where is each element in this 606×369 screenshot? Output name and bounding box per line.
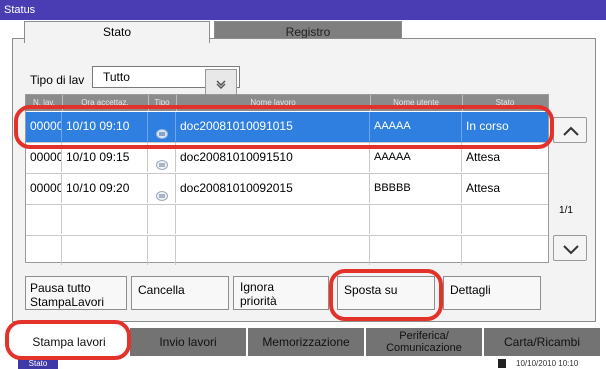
- network-icon: [498, 359, 506, 368]
- tab-storage[interactable]: Memorizzazione: [248, 328, 364, 356]
- job-type-value: Tutto: [103, 70, 130, 84]
- type-cell: [148, 174, 176, 203]
- details-button[interactable]: Dettagli: [443, 276, 541, 310]
- table-row[interactable]: 000003 10/10 09:20 doc20081010092015 BBB…: [26, 174, 548, 205]
- ignore-line-1: Ignora: [240, 280, 275, 294]
- page-indicator: 1/1: [559, 205, 573, 216]
- datetime: 10/10/2010 10:10: [516, 359, 579, 368]
- scroll-down-button[interactable]: [553, 235, 587, 261]
- table-row-empty: [26, 236, 548, 266]
- tab-paper-supplies[interactable]: Carta/Ricambi: [484, 328, 600, 356]
- tab-label: Stato: [102, 25, 132, 39]
- window-title: Status: [0, 0, 606, 20]
- ignore-priority-button[interactable]: Ignora priorità: [233, 276, 329, 310]
- scroll-up-button[interactable]: [553, 117, 587, 143]
- tab-label: Memorizzazione: [262, 335, 350, 349]
- job-status: Attesa: [466, 181, 501, 195]
- tab-label-line-2: Comunicazione: [386, 342, 462, 354]
- tab-device-communication[interactable]: Periferica/ Comunicazione: [366, 328, 482, 356]
- job-number: 000003: [26, 174, 62, 203]
- job-name: doc20081010092015: [176, 174, 370, 203]
- user-name: BBBBB: [370, 174, 462, 203]
- pause-all-print-jobs-button[interactable]: Pausa tutto StampaLavori: [25, 276, 127, 310]
- cancel-button[interactable]: Cancella: [131, 276, 229, 310]
- printer-icon: [156, 183, 168, 201]
- accept-time: 10/10 09:20: [62, 174, 148, 203]
- tab-label-line-1: Periferica/: [399, 330, 449, 342]
- tab-stato[interactable]: Stato: [24, 21, 210, 43]
- chevron-down-icon: [563, 245, 579, 255]
- table-row-empty: [26, 205, 548, 236]
- printer-icon: [156, 152, 168, 170]
- ignore-line-2: priorità: [240, 294, 277, 308]
- tab-label: Registro: [285, 25, 331, 39]
- highlight-selected-row: [14, 105, 554, 149]
- chevron-up-icon: [563, 126, 579, 136]
- highlight-move-up-button: [329, 269, 443, 321]
- tab-send-jobs[interactable]: Invio lavori: [130, 328, 246, 356]
- highlight-print-jobs-tab: [5, 320, 131, 360]
- job-type-select[interactable]: Tutto: [92, 66, 240, 99]
- tab-label: Invio lavori: [159, 335, 217, 349]
- tab-label: Carta/Ricambi: [503, 335, 581, 349]
- job-type-label: Tipo di lav: [30, 73, 85, 87]
